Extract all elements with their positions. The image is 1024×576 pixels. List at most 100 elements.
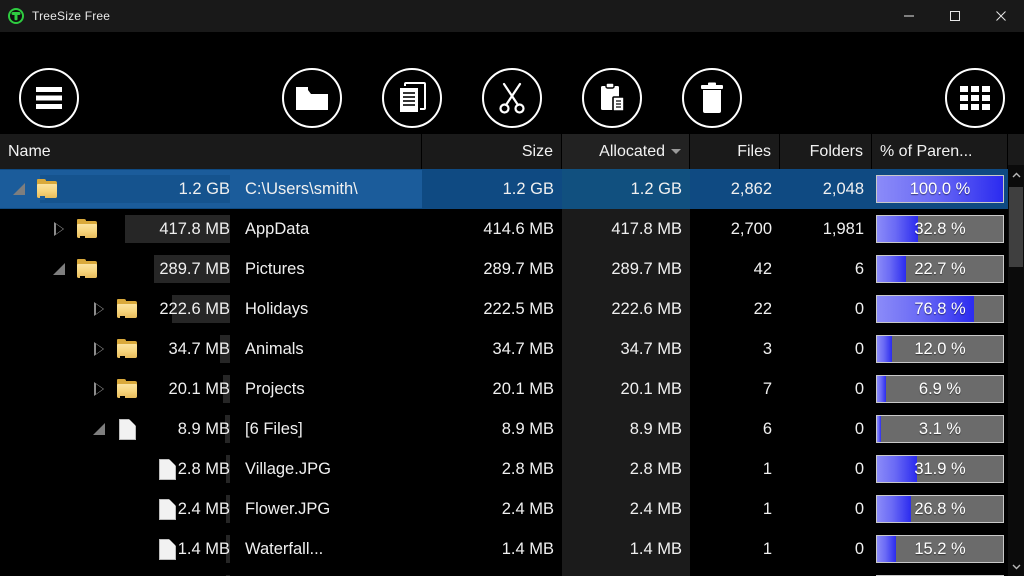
percent-of-parent-bar: 76.8 % [876, 295, 1004, 323]
tree-row[interactable]: 1.4 MB Waterfall... 1.4 MB 1.4 MB 1 0 15.2 % [0, 529, 1024, 569]
folder-icon [74, 249, 100, 289]
collapse-triangle-icon[interactable] [48, 249, 70, 289]
tree-row[interactable]: 289.7 MB Pictures 289.7 MB 289.7 MB 42 6 22.7 … [0, 249, 1024, 289]
percent-bar-fill [877, 216, 919, 242]
tree-row-files-cell: 2,700 [730, 219, 772, 238]
tree-row-name-cell[interactable]: 289.7 MB Pictures [0, 249, 422, 289]
tree-row[interactable]: 8.9 MB [6 Files] 8.9 MB 8.9 MB 6 0 3.1 % [0, 409, 1024, 449]
tree-row-percent-cell: 76.8 % [872, 289, 1008, 329]
tree-row[interactable]: 2.4 MB Flower.JPG 2.4 MB 2.4 MB 1 0 26.8 % [0, 489, 1024, 529]
tree-row-percent-cell: 26.8 % [872, 489, 1008, 529]
tree-row-size-cell: 34.7 MB [492, 339, 554, 358]
tree-row-size-cell: 2.8 MB [501, 459, 554, 478]
tree-row-allocated-cell [562, 569, 690, 576]
tree-row-name-cell[interactable]: 20.1 MB Projects [0, 369, 422, 409]
tree-row[interactable]: 2.8 MB Village.JPG 2.8 MB 2.8 MB 1 0 31.9 % [0, 449, 1024, 489]
tree-row-size-cell: 1.2 GB [502, 179, 554, 198]
tree-row-files-cell: 3 [762, 339, 772, 358]
column-header-row: Name Size Allocated Files Folders % of Paren.… [0, 133, 1024, 169]
minimize-button[interactable] [886, 0, 932, 32]
percent-bar-label: 26.8 % [914, 499, 966, 518]
percent-bar-label: 100.0 % [909, 179, 971, 198]
percent-bar-fill [877, 536, 897, 562]
collapse-triangle-icon[interactable] [88, 409, 110, 449]
column-header-allocated[interactable]: Allocated [562, 134, 690, 169]
expand-triangle-icon[interactable] [88, 369, 110, 409]
tree-row-percent-cell: 22.7 % [872, 249, 1008, 289]
column-header-name[interactable]: Name [0, 134, 422, 169]
percent-of-parent-bar: 6.9 % [876, 375, 1004, 403]
tree-row-allocated-cell: 34.7 MB [562, 329, 690, 369]
tree-row-percent-cell [872, 569, 1008, 576]
tree-row-name-cell[interactable]: 222.6 MB Holidays [0, 289, 422, 329]
folder-icon [34, 169, 60, 209]
treesize-logo-icon [8, 8, 24, 24]
tree-row-files-cell: 42 [753, 259, 772, 278]
maximize-button[interactable] [932, 0, 978, 32]
tree-row-name-cell[interactable]: 1.2 GB C:\Users\smith\ [0, 169, 422, 209]
tree-row-allocated-cell: 289.7 MB [562, 249, 690, 289]
column-header-folders[interactable]: Folders [780, 134, 872, 169]
tree-row-folders-cell: 2,048 [822, 179, 864, 198]
tree-row-size-label: 20.1 MB [168, 379, 230, 398]
tree-row-name-cell[interactable]: 8.9 MB [6 Files] [0, 409, 422, 449]
column-header-percent[interactable]: % of Paren... [872, 134, 1008, 169]
tree-row[interactable]: 20.1 MB Projects 20.1 MB 20.1 MB 7 0 6.9 % [0, 369, 1024, 409]
tree-row-size-cell: 8.9 MB [501, 419, 554, 438]
percent-of-parent-bar: 26.8 % [876, 495, 1004, 523]
tree-row-allocated-cell: 1.4 MB [562, 529, 690, 569]
tree-row-name-cell[interactable]: 2.8 MB Village.JPG [0, 449, 422, 489]
column-header-label: Name [8, 142, 51, 160]
tree-row-size-label: 1.2 GB [178, 179, 230, 198]
column-header-label: Folders [809, 142, 863, 160]
tree-row-folders-cell: 0 [854, 459, 864, 478]
tree-row-allocated-cell: 222.6 MB [562, 289, 690, 329]
twisty-placeholder [128, 529, 150, 569]
main-toolbar: MenuOpenCopyCutPasteRemoveView [0, 32, 1024, 145]
tree-row-folders-cell: 1,981 [822, 219, 864, 238]
file-icon [154, 569, 180, 576]
tree-row-size-label: 8.9 MB [177, 419, 230, 438]
tree-row-name-cell[interactable]: 34.7 MB Animals [0, 329, 422, 369]
tree-row-files-cell: 7 [762, 379, 772, 398]
vertical-scrollbar[interactable] [1008, 165, 1024, 576]
collapse-triangle-icon[interactable] [8, 169, 30, 209]
column-header-size[interactable]: Size [422, 134, 562, 169]
tree-row[interactable]: 417.8 MB AppData 414.6 MB 417.8 MB 2,700 1,98… [0, 209, 1024, 249]
scroll-up-arrow-icon[interactable] [1008, 165, 1024, 185]
column-header-files[interactable]: Files [690, 134, 780, 169]
expand-triangle-icon[interactable] [88, 289, 110, 329]
tree-row-allocated-cell: 20.1 MB [562, 369, 690, 409]
tree-row-name-cell[interactable]: 1.4 MB Waterfall... [0, 529, 422, 569]
expand-triangle-icon[interactable] [88, 329, 110, 369]
scrollbar-thumb[interactable] [1009, 187, 1023, 267]
tree-row-size-cell: 289.7 MB [483, 259, 554, 278]
tree-row-name-cell[interactable]: 417.8 MB AppData [0, 209, 422, 249]
tree-row-name-label: Projects [245, 379, 305, 398]
tree-row-name-cell[interactable]: 2.4 MB Flower.JPG [0, 489, 422, 529]
folder-icon [114, 369, 140, 409]
percent-of-parent-bar: 3.1 % [876, 415, 1004, 443]
folder-open-icon [282, 68, 342, 128]
tree-row-allocated-cell: 8.9 MB [562, 409, 690, 449]
scroll-down-arrow-icon[interactable] [1008, 556, 1024, 576]
tree-row[interactable]: 1.2 GB C:\Users\smith\ 1.2 GB 1.2 GB 2,862 2,… [0, 169, 1024, 209]
expand-triangle-icon[interactable] [48, 209, 70, 249]
tree-row[interactable]: 222.6 MB Holidays 222.5 MB 222.6 MB 22 0 76.8 … [0, 289, 1024, 329]
tree-row-folders-cell [780, 569, 872, 576]
tree-row-files-cell [690, 569, 780, 576]
percent-bar-label: 31.9 % [914, 459, 966, 478]
file-icon [154, 489, 180, 529]
percent-bar-fill [877, 416, 881, 442]
directory-tree[interactable]: 1.2 GB C:\Users\smith\ 1.2 GB 1.2 GB 2,862 2,… [0, 169, 1024, 576]
close-button[interactable] [978, 0, 1024, 32]
tree-row-allocated-cell: 1.2 GB [562, 169, 690, 209]
tree-row[interactable] [0, 569, 1024, 576]
tree-row[interactable]: 34.7 MB Animals 34.7 MB 34.7 MB 3 0 12.0 % [0, 329, 1024, 369]
percent-of-parent-bar: 100.0 % [876, 175, 1004, 203]
percent-bar-label: 6.9 % [918, 379, 962, 398]
tree-row-name-cell[interactable] [0, 569, 422, 576]
tree-row-percent-cell: 6.9 % [872, 369, 1008, 409]
row-highlight [0, 570, 422, 576]
tree-row-name-label: Village.JPG [245, 459, 331, 478]
